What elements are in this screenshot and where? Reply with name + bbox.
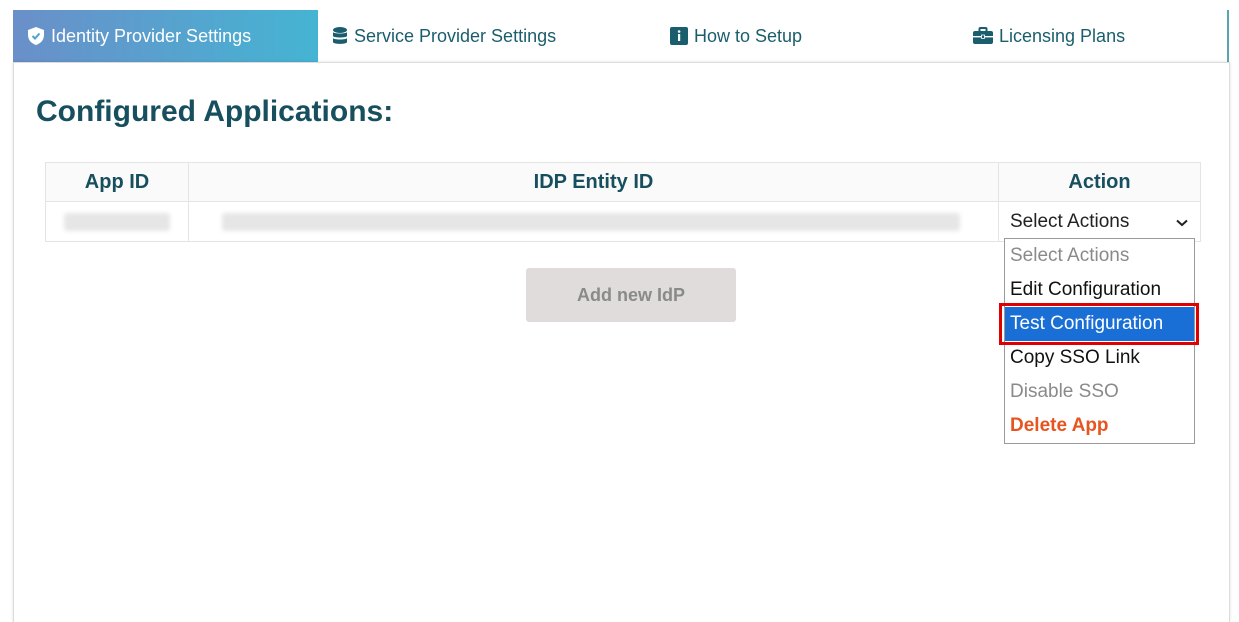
redacted-app-id	[64, 212, 170, 231]
briefcase-icon	[973, 27, 993, 45]
tab-label: Service Provider Settings	[354, 25, 557, 46]
option-disable-sso[interactable]: Disable SSO	[1005, 375, 1194, 409]
table-row: Select Actions	[45, 201, 1201, 242]
redacted-entity-id	[222, 212, 960, 231]
action-cell: Select Actions	[998, 201, 1201, 242]
column-header-action: Action	[998, 162, 1201, 202]
tab-service-provider-settings[interactable]: Service Provider Settings	[332, 10, 556, 62]
actions-dropdown-menu: Select Actions Edit Configuration Test C…	[1004, 238, 1195, 444]
option-delete-app[interactable]: Delete App	[1005, 409, 1194, 443]
app-id-cell	[45, 201, 189, 242]
page-title: Configured Applications:	[36, 95, 394, 128]
tab-label: Identity Provider Settings	[51, 25, 252, 46]
select-actions-dropdown[interactable]: Select Actions	[999, 202, 1200, 241]
settings-tab-bar: Identity Provider Settings Service Provi…	[13, 10, 1229, 62]
tab-label: Licensing Plans	[999, 25, 1126, 46]
shield-icon	[27, 26, 45, 46]
tab-identity-provider-settings[interactable]: Identity Provider Settings	[13, 10, 318, 62]
column-header-app-id: App ID	[45, 162, 189, 202]
option-edit-configuration[interactable]: Edit Configuration	[1005, 273, 1194, 307]
tab-how-to-setup[interactable]: How to Setup	[670, 10, 802, 62]
table-header-row: App ID IDP Entity ID Action	[45, 162, 1201, 202]
tab-label: How to Setup	[694, 25, 803, 46]
option-test-configuration[interactable]: Test Configuration	[1005, 307, 1194, 341]
option-select-actions[interactable]: Select Actions	[1005, 239, 1194, 273]
chevron-down-icon	[1176, 211, 1188, 233]
configured-apps-table: App ID IDP Entity ID Action Select Actio…	[45, 162, 1201, 242]
idp-entity-id-cell	[188, 201, 999, 242]
database-icon	[332, 26, 348, 46]
option-copy-sso-link[interactable]: Copy SSO Link	[1005, 341, 1194, 375]
add-new-idp-button[interactable]: Add new IdP	[526, 268, 736, 322]
select-value: Select Actions	[1010, 210, 1130, 232]
tab-licensing-plans[interactable]: Licensing Plans	[973, 10, 1125, 62]
column-header-idp-entity-id: IDP Entity ID	[188, 162, 999, 202]
info-icon	[670, 27, 688, 45]
